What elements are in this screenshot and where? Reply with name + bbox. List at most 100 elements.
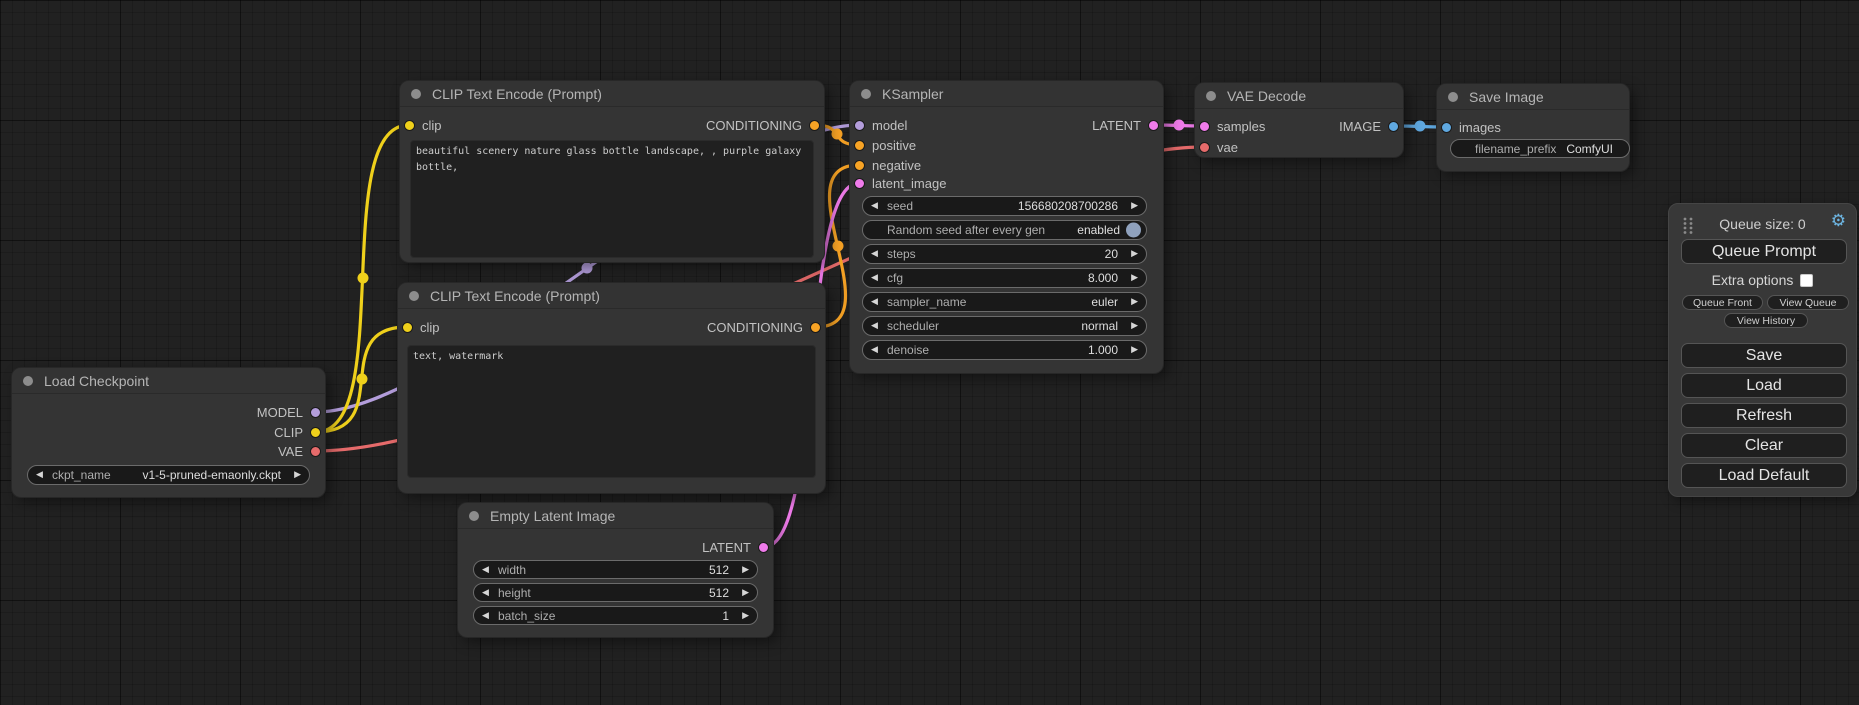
steps-widget[interactable]: ◀ steps 20 ▶ [862, 244, 1147, 264]
height-widget[interactable]: ◀ height 512 ▶ [473, 583, 758, 602]
decrement-arrow-icon[interactable]: ◀ [871, 249, 878, 258]
clip-output-pin[interactable] [310, 427, 321, 438]
link-midpoint-dot [357, 374, 368, 385]
sampler-name-widget[interactable]: ◀ sampler_name euler ▶ [862, 292, 1147, 312]
node-load-checkpoint[interactable]: Load Checkpoint MODEL CLIP VAE ◀ ckpt_na… [12, 368, 325, 497]
node-title-text: Load Checkpoint [44, 373, 149, 389]
node-save-image[interactable]: Save Image images filename_prefix ComfyU… [1437, 84, 1629, 171]
latent-image-input-pin[interactable] [854, 178, 865, 189]
collapse-dot-icon[interactable] [409, 291, 419, 301]
collapse-dot-icon[interactable] [23, 376, 33, 386]
image-output-pin[interactable] [1388, 121, 1399, 132]
conditioning-output-pin[interactable] [809, 120, 820, 131]
clear-button[interactable]: Clear [1681, 433, 1847, 458]
output-clip: CLIP [274, 422, 321, 442]
link-midpoint-dot [1174, 120, 1185, 131]
increment-arrow-icon[interactable]: ▶ [1131, 321, 1138, 330]
decrement-arrow-icon[interactable]: ◀ [871, 201, 878, 210]
ckpt-name-widget[interactable]: ◀ ckpt_name v1-5-pruned-emaonly.ckpt ▶ [27, 465, 310, 485]
denoise-widget[interactable]: ◀ denoise 1.000 ▶ [862, 340, 1147, 360]
input-negative: negative [854, 155, 921, 175]
queue-front-button[interactable]: Queue Front [1682, 295, 1763, 310]
view-history-button[interactable]: View History [1724, 313, 1808, 328]
node-titlebar[interactable]: Save Image [1437, 84, 1629, 110]
decrement-arrow-icon[interactable]: ◀ [482, 588, 489, 597]
node-empty-latent-image[interactable]: Empty Latent Image LATENT ◀ width 512 ▶ … [458, 503, 773, 637]
positive-input-pin[interactable] [854, 140, 865, 151]
node-clip-text-encode-positive[interactable]: CLIP Text Encode (Prompt) clip CONDITION… [400, 81, 824, 262]
increment-arrow-icon[interactable]: ▶ [1131, 297, 1138, 306]
extra-options-checkbox[interactable] [1800, 274, 1813, 287]
load-default-button[interactable]: Load Default [1681, 463, 1847, 488]
save-button[interactable]: Save [1681, 343, 1847, 368]
samples-input-pin[interactable] [1199, 121, 1210, 132]
collapse-dot-icon[interactable] [1448, 92, 1458, 102]
model-input-pin[interactable] [854, 120, 865, 131]
vae-output-pin[interactable] [310, 446, 321, 457]
conditioning-output-pin[interactable] [810, 322, 821, 333]
input-samples: samples [1199, 116, 1265, 136]
increment-arrow-icon[interactable]: ▶ [742, 588, 749, 597]
filename-prefix-widget[interactable]: filename_prefix ComfyUI [1450, 139, 1630, 158]
decrement-arrow-icon[interactable]: ◀ [482, 611, 489, 620]
node-titlebar[interactable]: CLIP Text Encode (Prompt) [400, 81, 824, 107]
node-ksampler[interactable]: KSampler model positive negative latent_… [850, 81, 1163, 373]
model-output-pin[interactable] [310, 407, 321, 418]
collapse-dot-icon[interactable] [411, 89, 421, 99]
decrement-arrow-icon[interactable]: ◀ [871, 345, 878, 354]
seed-widget[interactable]: ◀ seed 156680208700286 ▶ [862, 196, 1147, 216]
link-midpoint-dot [358, 273, 369, 284]
input-clip: clip [404, 115, 442, 135]
settings-gear-icon[interactable]: ⚙ [1831, 212, 1846, 229]
input-clip: clip [402, 317, 440, 337]
load-button[interactable]: Load [1681, 373, 1847, 398]
decrement-arrow-icon[interactable]: ◀ [36, 470, 43, 479]
collapse-dot-icon[interactable] [861, 89, 871, 99]
collapse-dot-icon[interactable] [1206, 91, 1216, 101]
increment-arrow-icon[interactable]: ▶ [742, 565, 749, 574]
increment-arrow-icon[interactable]: ▶ [1131, 201, 1138, 210]
queue-prompt-button[interactable]: Queue Prompt [1681, 239, 1847, 264]
increment-arrow-icon[interactable]: ▶ [294, 470, 301, 479]
width-widget[interactable]: ◀ width 512 ▶ [473, 560, 758, 579]
clip-input-pin[interactable] [402, 322, 413, 333]
clip-input-pin[interactable] [404, 120, 415, 131]
latent-output-pin[interactable] [1148, 120, 1159, 131]
decrement-arrow-icon[interactable]: ◀ [871, 273, 878, 282]
output-conditioning: CONDITIONING [706, 115, 820, 135]
view-queue-button[interactable]: View Queue [1767, 295, 1849, 310]
increment-arrow-icon[interactable]: ▶ [1131, 345, 1138, 354]
node-titlebar[interactable]: CLIP Text Encode (Prompt) [398, 283, 825, 309]
random-seed-toggle-widget[interactable]: Random seed after every gen enabled [862, 220, 1147, 240]
refresh-button[interactable]: Refresh [1681, 403, 1847, 428]
scheduler-widget[interactable]: ◀ scheduler normal ▶ [862, 316, 1147, 336]
input-model: model [854, 115, 907, 135]
node-titlebar[interactable]: Empty Latent Image [458, 503, 773, 529]
images-input-pin[interactable] [1441, 122, 1452, 133]
vae-input-pin[interactable] [1199, 142, 1210, 153]
queue-panel[interactable]: Queue size: 0 ⚙ Queue Prompt Extra optio… [1668, 203, 1857, 497]
increment-arrow-icon[interactable]: ▶ [1131, 273, 1138, 282]
node-vae-decode[interactable]: VAE Decode samples vae IMAGE [1195, 83, 1403, 157]
batch-size-widget[interactable]: ◀ batch_size 1 ▶ [473, 606, 758, 625]
decrement-arrow-icon[interactable]: ◀ [482, 565, 489, 574]
cfg-widget[interactable]: ◀ cfg 8.000 ▶ [862, 268, 1147, 288]
graph-canvas[interactable]: Load Checkpoint MODEL CLIP VAE ◀ ckpt_na… [0, 0, 1859, 705]
negative-input-pin[interactable] [854, 160, 865, 171]
node-title-text: VAE Decode [1227, 88, 1306, 104]
node-clip-text-encode-negative[interactable]: CLIP Text Encode (Prompt) clip CONDITION… [398, 283, 825, 493]
increment-arrow-icon[interactable]: ▶ [1131, 249, 1138, 258]
output-model: MODEL [257, 402, 321, 422]
collapse-dot-icon[interactable] [469, 511, 479, 521]
decrement-arrow-icon[interactable]: ◀ [871, 321, 878, 330]
extra-options-label: Extra options [1712, 272, 1794, 288]
negative-prompt-textarea[interactable]: text, watermark [407, 345, 816, 478]
node-titlebar[interactable]: VAE Decode [1195, 83, 1403, 109]
latent-output-pin[interactable] [758, 542, 769, 553]
toggle-knob[interactable] [1126, 223, 1141, 238]
positive-prompt-textarea[interactable]: beautiful scenery nature glass bottle la… [410, 140, 814, 258]
increment-arrow-icon[interactable]: ▶ [742, 611, 749, 620]
node-titlebar[interactable]: KSampler [850, 81, 1163, 107]
node-titlebar[interactable]: Load Checkpoint [12, 368, 325, 394]
decrement-arrow-icon[interactable]: ◀ [871, 297, 878, 306]
